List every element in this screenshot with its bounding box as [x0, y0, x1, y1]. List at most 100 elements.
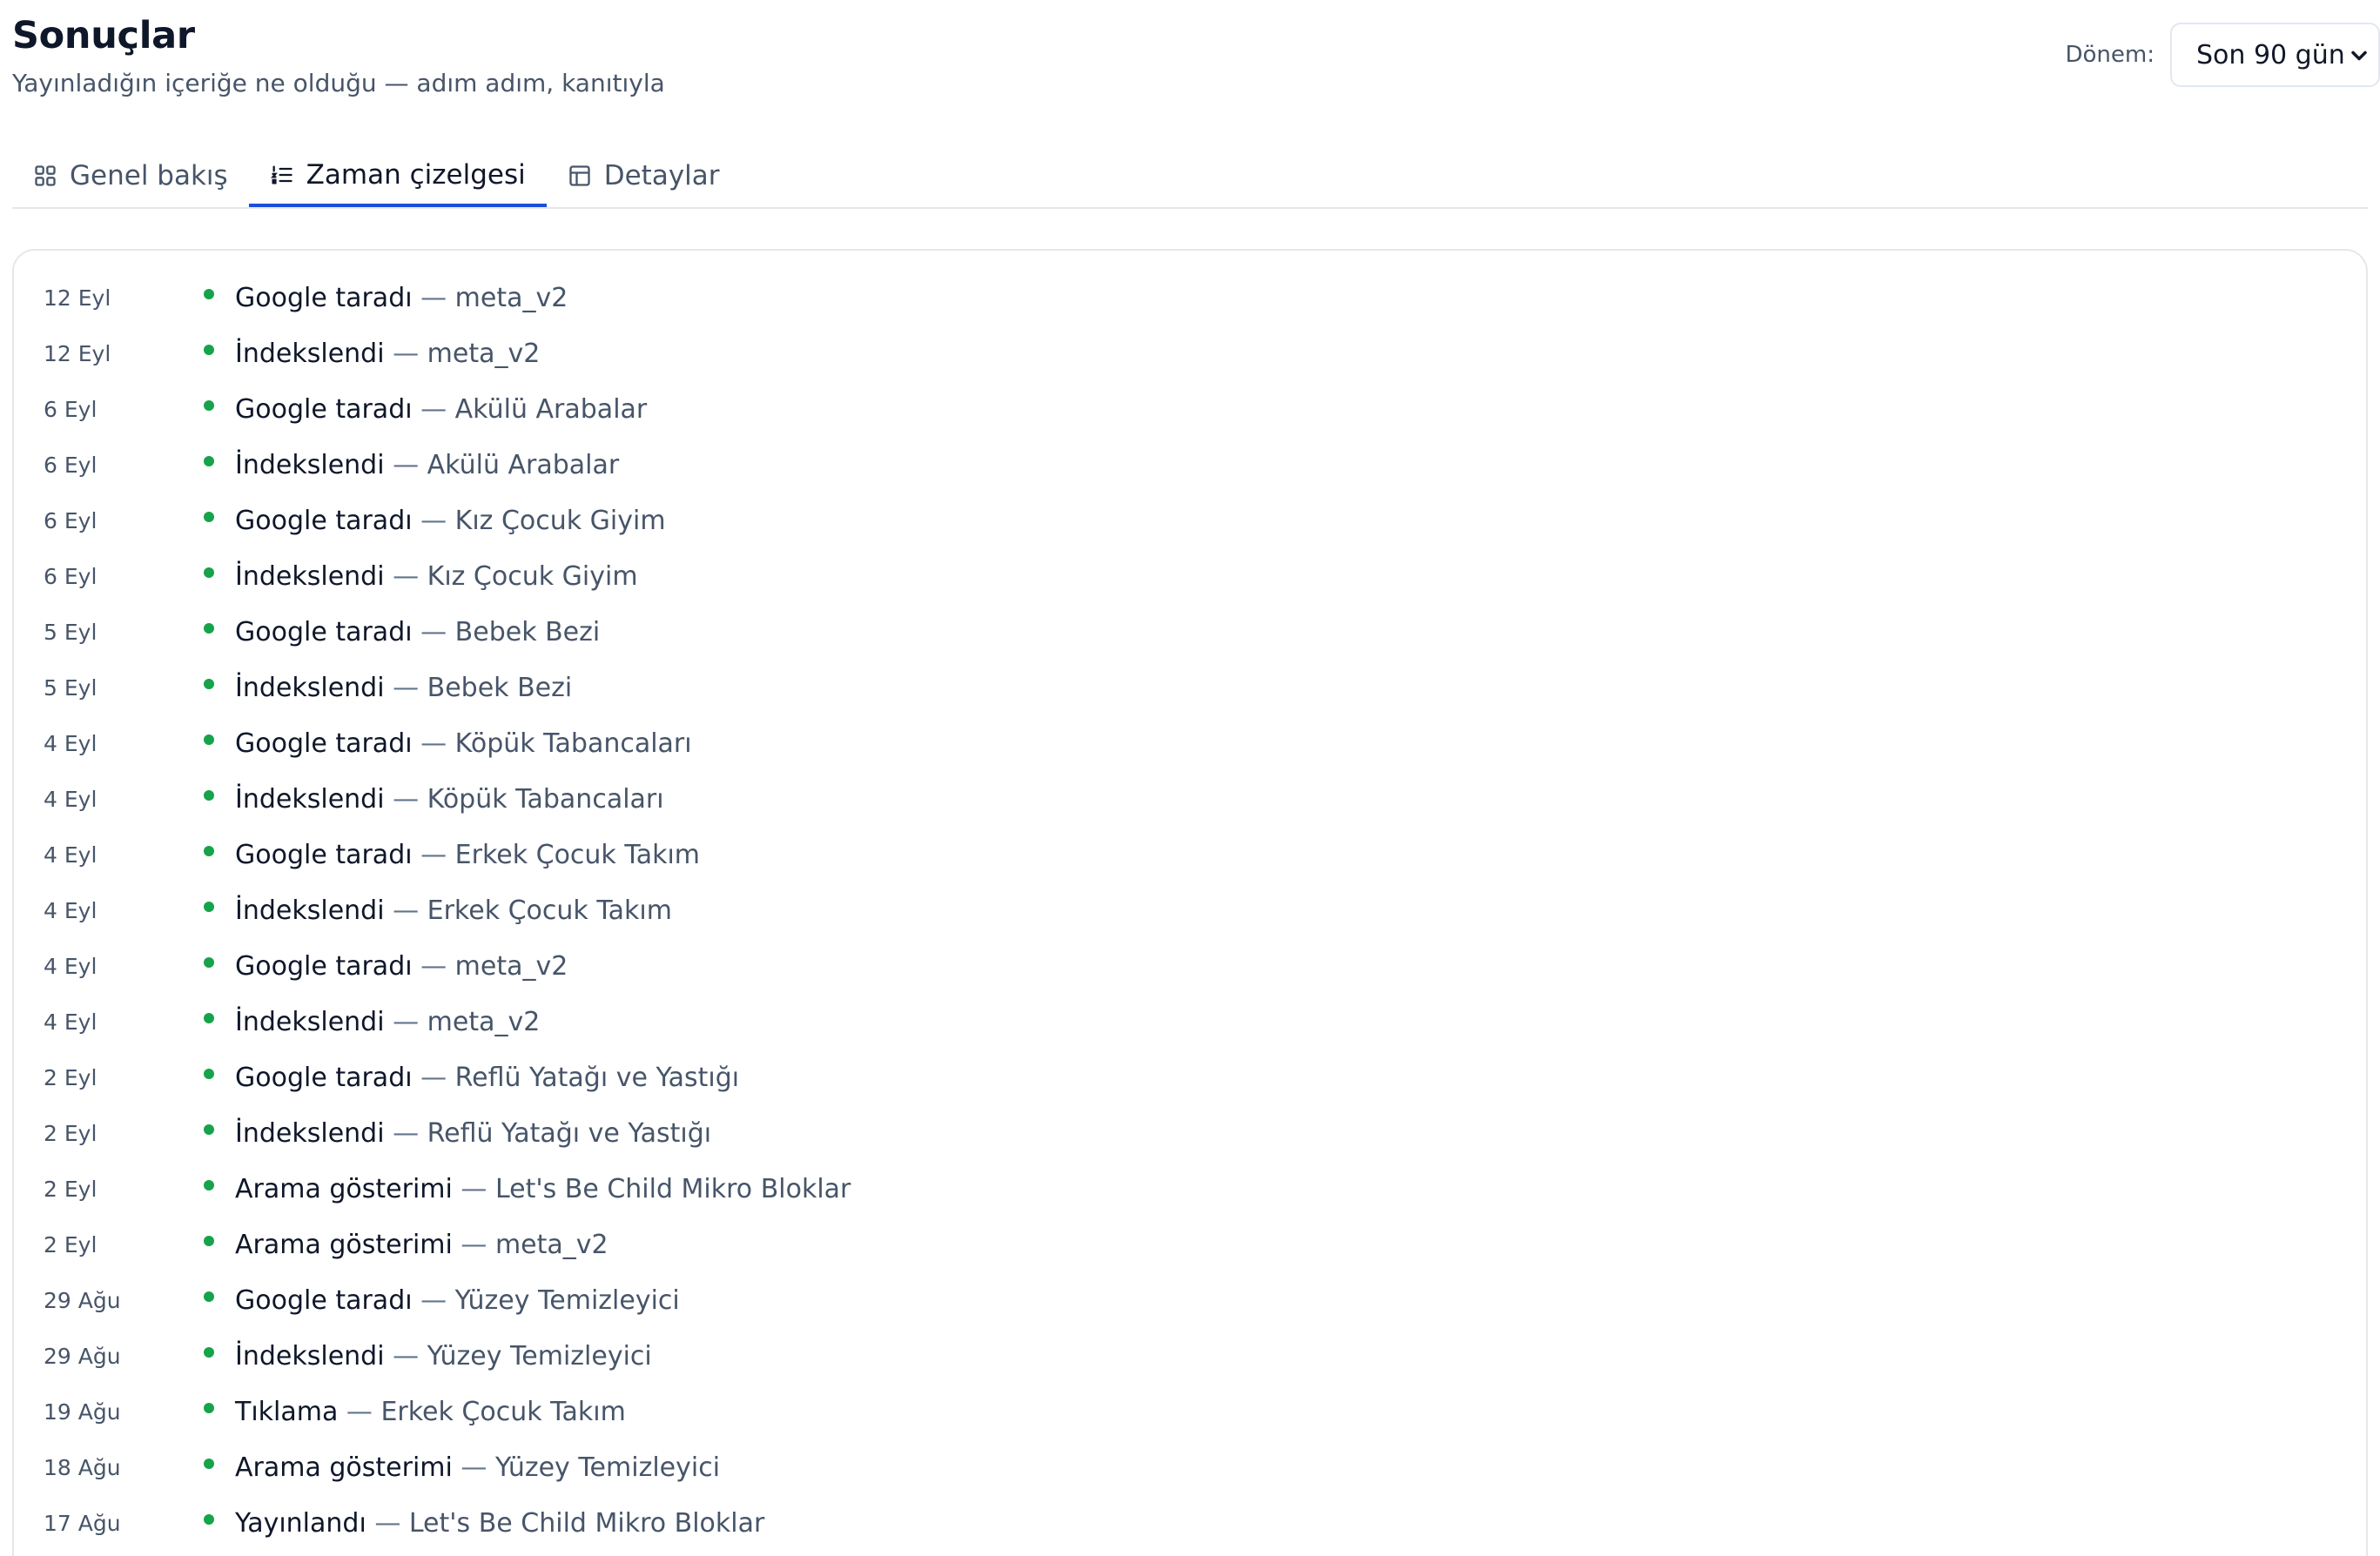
- timeline-event: İndekslendi: [235, 449, 385, 480]
- timeline-event: Arama gösterimi: [235, 1173, 453, 1204]
- tab-overview[interactable]: Genel bakış: [12, 146, 249, 205]
- timeline-text: İndekslendi — meta_v2: [235, 339, 540, 369]
- timeline-date: 4 Eyl: [44, 1009, 97, 1035]
- timeline-text: Google taradı — Köpük Tabancaları: [235, 728, 692, 759]
- timeline-row: 2 Eyl Google taradı — Reflü Yatağı ve Yas…: [14, 1050, 2366, 1105]
- timeline-separator: —: [452, 1452, 495, 1483]
- timeline-text: Yayınlandı — Let's Be Child Mikro Blokla…: [235, 1508, 764, 1539]
- timeline-item: Akülü Arabalar: [454, 393, 648, 425]
- timeline-date: 4 Eyl: [44, 842, 97, 868]
- timeline-separator: —: [412, 1284, 455, 1316]
- timeline-text: Google taradı — Bebek Bezi: [235, 617, 600, 647]
- timeline-text: Google taradı — meta_v2: [235, 283, 568, 313]
- timeline-item: Let's Be Child Mikro Bloklar: [408, 1507, 765, 1539]
- timeline-card: 12 Eyl Google taradı — meta_v2 12 Eyl İndek…: [12, 249, 2368, 1556]
- timeline-list: 12 Eyl Google taradı — meta_v2 12 Eyl İndek…: [14, 270, 2366, 1551]
- timeline-item: Erkek Çocuk Takım: [454, 839, 701, 870]
- timeline-event: Google taradı: [235, 728, 413, 759]
- status-dot-icon: [204, 679, 214, 689]
- timeline-row: 4 Eyl İndekslendi — meta_v2: [14, 994, 2366, 1050]
- timeline-event: İndekslendi: [235, 783, 385, 815]
- timeline-separator: —: [412, 950, 455, 982]
- timeline-text: Google taradı — Reflü Yatağı ve Yastığı: [235, 1063, 739, 1093]
- timeline-date: 5 Eyl: [44, 674, 97, 701]
- timeline-item: Yüzey Temizleyici: [427, 1340, 652, 1372]
- timeline-item: Reflü Yatağı ve Yastığı: [454, 1062, 740, 1093]
- timeline-event: Arama gösterimi: [235, 1229, 453, 1260]
- timeline-text: Arama gösterimi — Yüzey Temizleyici: [235, 1452, 720, 1483]
- timeline-date: 4 Eyl: [44, 897, 97, 923]
- timeline-separator: —: [412, 839, 455, 870]
- timeline-event: Google taradı: [235, 505, 413, 536]
- timeline-event: Google taradı: [235, 393, 413, 425]
- timeline-text: Google taradı — Kız Çocuk Giyim: [235, 506, 666, 536]
- timeline-separator: —: [384, 338, 427, 369]
- timeline-text: İndekslendi — Bebek Bezi: [235, 673, 572, 703]
- timeline-event: İndekslendi: [235, 560, 385, 592]
- timeline-date: 2 Eyl: [44, 1176, 97, 1202]
- timeline-item: Köpük Tabancaları: [427, 783, 664, 815]
- timeline-separator: —: [384, 449, 427, 480]
- tab-bar: Genel bakış Zaman çizelgesi Detaylar: [12, 146, 2368, 209]
- period-select-value: Son 90 gün: [2196, 39, 2345, 70]
- status-dot-icon: [204, 400, 214, 411]
- timeline-date: 2 Eyl: [44, 1231, 97, 1258]
- timeline-item: Erkek Çocuk Takım: [427, 895, 672, 926]
- timeline-item: meta_v2: [454, 282, 568, 313]
- timeline-row: 6 Eyl Google taradı — Kız Çocuk Giyim: [14, 493, 2366, 548]
- timeline-text: Google taradı — Yüzey Temizleyici: [235, 1285, 680, 1316]
- status-dot-icon: [204, 345, 214, 355]
- timeline-row: 4 Eyl Google taradı — meta_v2: [14, 938, 2366, 994]
- status-dot-icon: [204, 790, 214, 801]
- timeline-date: 2 Eyl: [44, 1064, 97, 1090]
- timeline-event: İndekslendi: [235, 1006, 385, 1037]
- timeline-text: İndekslendi — Kız Çocuk Giyim: [235, 561, 638, 592]
- timeline-text: İndekslendi — Erkek Çocuk Takım: [235, 895, 672, 926]
- timeline-date: 4 Eyl: [44, 730, 97, 756]
- timeline-separator: —: [452, 1229, 495, 1260]
- timeline-separator: —: [412, 616, 455, 647]
- timeline-row: 18 Ağu Arama gösterimi — Yüzey Temizleyic…: [14, 1439, 2366, 1495]
- timeline-item: Yüzey Temizleyici: [454, 1284, 680, 1316]
- period-select[interactable]: Son 90 gün: [2170, 23, 2380, 87]
- timeline-separator: —: [384, 1006, 427, 1037]
- timeline-item: Akülü Arabalar: [427, 449, 620, 480]
- timeline-separator: —: [384, 560, 427, 592]
- timeline-item: Yüzey Temizleyici: [494, 1452, 721, 1483]
- tab-details[interactable]: Detaylar: [547, 146, 741, 205]
- table-icon: [569, 165, 590, 186]
- timeline-separator: —: [338, 1396, 381, 1427]
- timeline-text: İndekslendi — Yüzey Temizleyici: [235, 1341, 652, 1372]
- timeline-event: İndekslendi: [235, 1117, 385, 1149]
- period-label: Dönem:: [2065, 42, 2155, 68]
- timeline-event: Google taradı: [235, 1062, 413, 1093]
- timeline-date: 4 Eyl: [44, 786, 97, 812]
- status-dot-icon: [204, 1069, 214, 1079]
- status-dot-icon: [204, 456, 214, 466]
- status-dot-icon: [204, 1514, 214, 1525]
- timeline-event: Google taradı: [235, 282, 413, 313]
- timeline-item: meta_v2: [494, 1229, 608, 1260]
- status-dot-icon: [204, 1013, 214, 1023]
- timeline-separator: —: [412, 393, 455, 425]
- timeline-date: 6 Eyl: [44, 452, 97, 478]
- timeline-event: Google taradı: [235, 616, 413, 647]
- grid-icon: [35, 165, 56, 186]
- timeline-text: İndekslendi — Akülü Arabalar: [235, 450, 619, 480]
- timeline-row: 29 Ağu İndekslendi — Yüzey Temizleyici: [14, 1328, 2366, 1384]
- chevron-down-icon: [2351, 50, 2367, 61]
- timeline-separator: —: [384, 783, 427, 815]
- timeline-row: 4 Eyl İndekslendi — Köpük Tabancaları: [14, 771, 2366, 827]
- timeline-date: 5 Eyl: [44, 619, 97, 645]
- timeline-row: 6 Eyl İndekslendi — Kız Çocuk Giyim: [14, 548, 2366, 604]
- timeline-row: 2 Eyl İndekslendi — Reflü Yatağı ve Yastı…: [14, 1105, 2366, 1161]
- timeline-row: 5 Eyl Google taradı — Bebek Bezi: [14, 604, 2366, 660]
- timeline-date: 6 Eyl: [44, 563, 97, 589]
- timeline-date: 2 Eyl: [44, 1120, 97, 1146]
- timeline-row: 5 Eyl İndekslendi — Bebek Bezi: [14, 660, 2366, 715]
- status-dot-icon: [204, 1291, 214, 1302]
- timeline-date: 4 Eyl: [44, 953, 97, 979]
- timeline-row: 2 Eyl Arama gösterimi — meta_v2: [14, 1217, 2366, 1272]
- tab-timeline[interactable]: Zaman çizelgesi: [248, 146, 547, 207]
- status-dot-icon: [204, 567, 214, 578]
